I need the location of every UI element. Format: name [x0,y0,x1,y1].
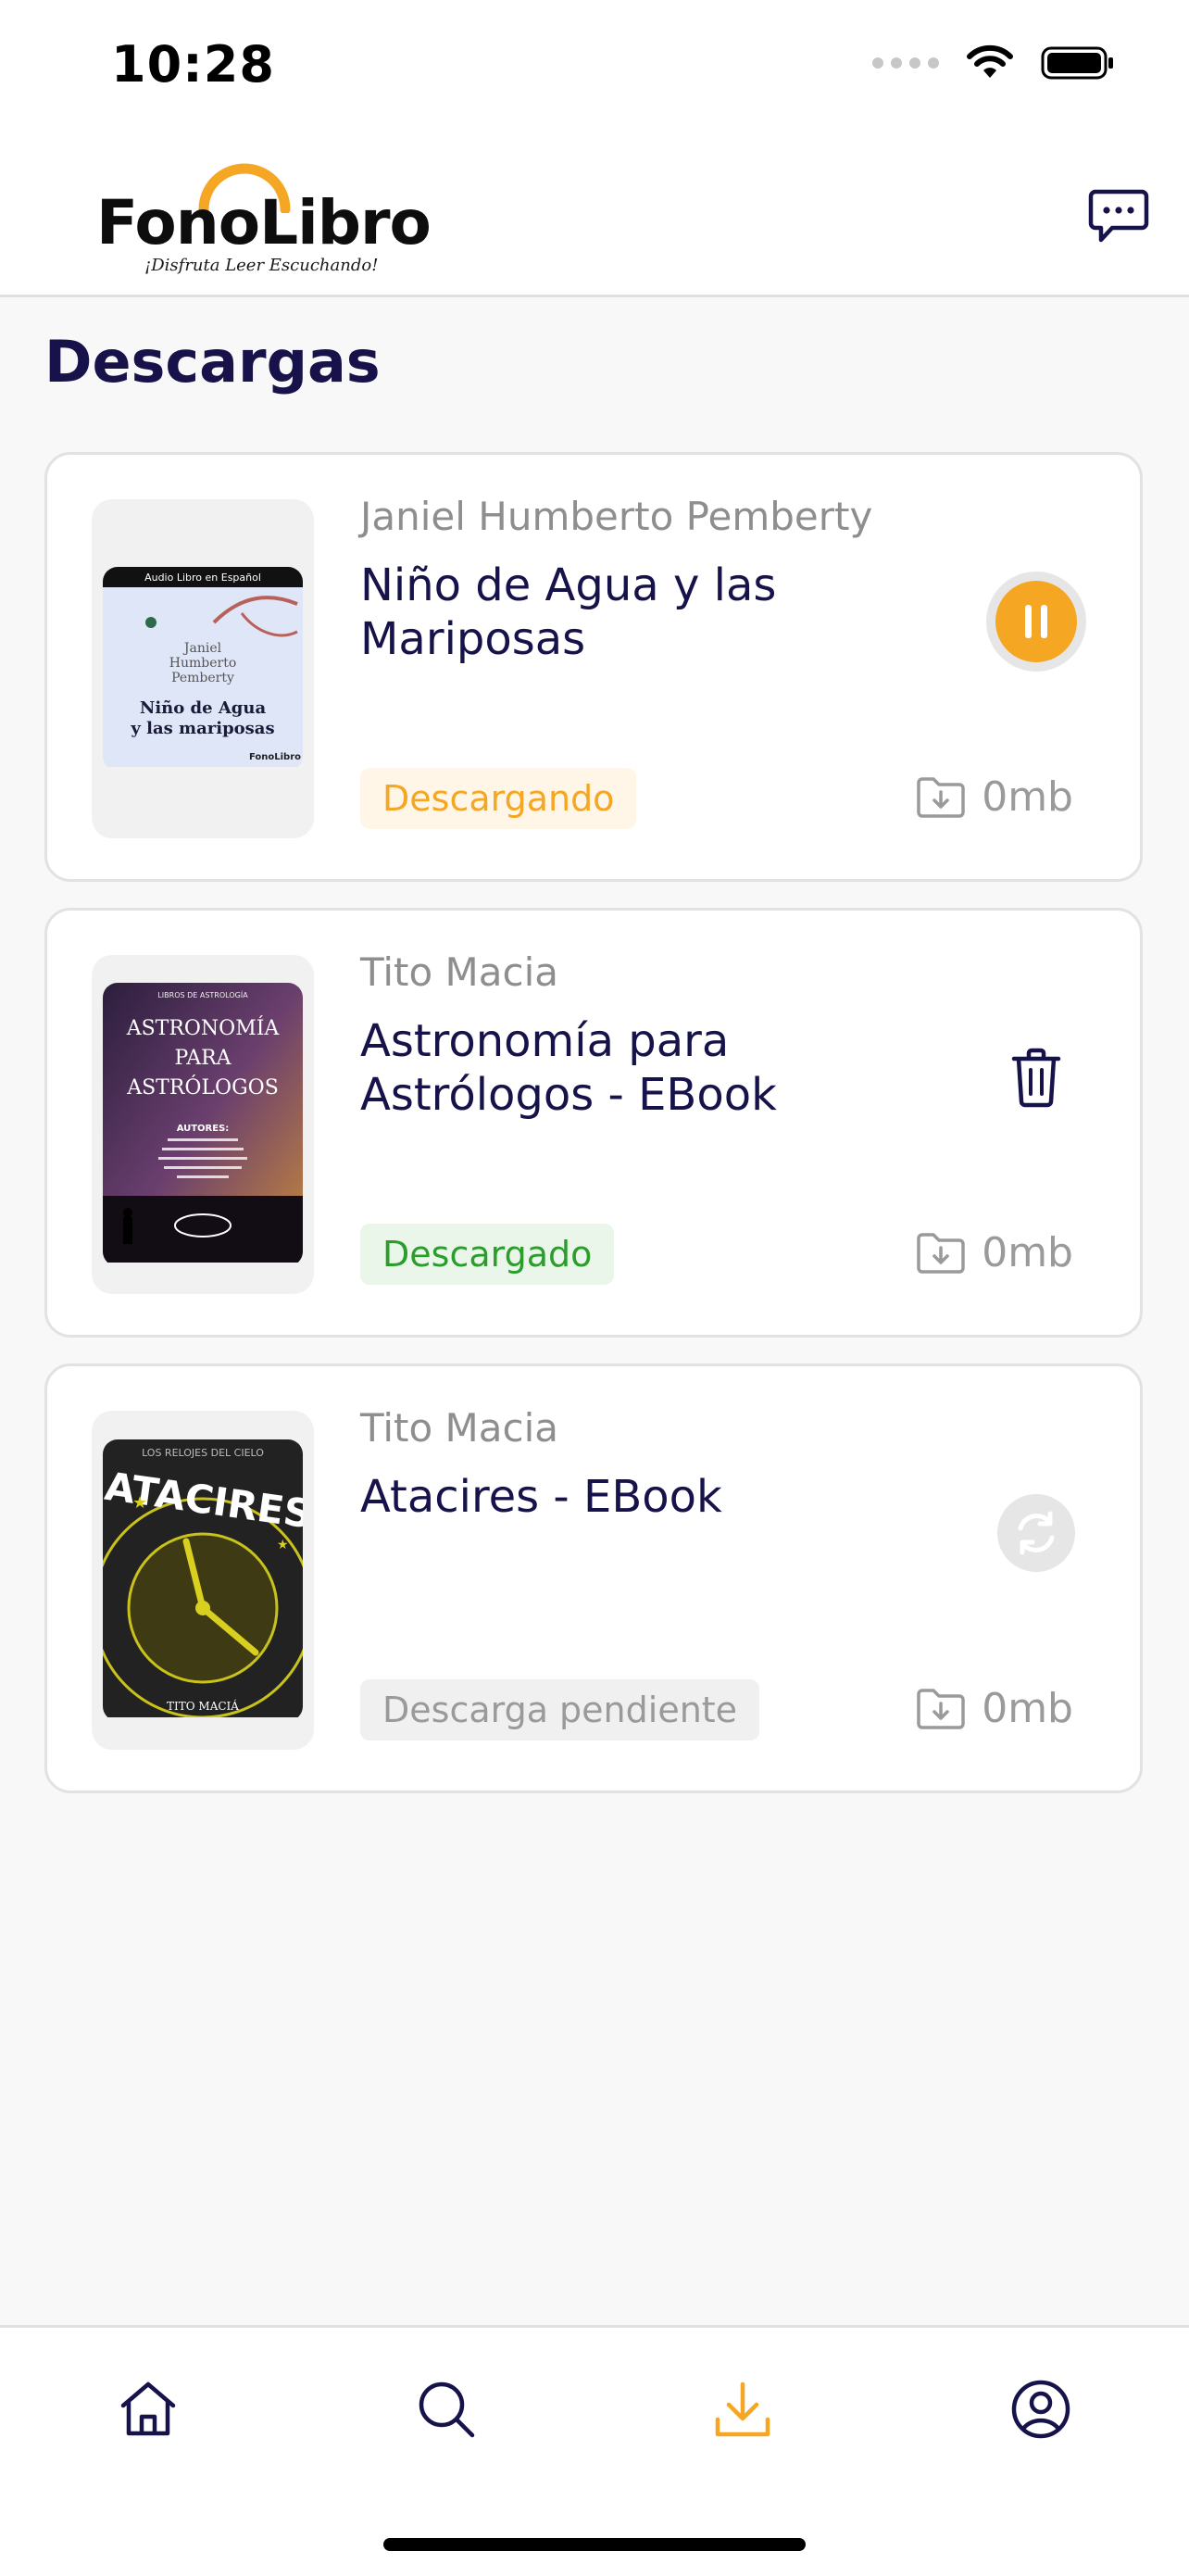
book-cover-container: LIBROS DE ASTROLOGÍA ASTRONOMÍA PARA AST… [92,955,314,1294]
status-badge: Descargando [360,768,637,829]
folder-download-icon [917,1232,965,1274]
book-title[interactable]: Astronomía para Astrólogos - EBook [360,1014,934,1122]
battery-icon [1041,46,1113,80]
file-size-value: 0mb [982,1685,1073,1732]
svg-text:★: ★ [132,1493,147,1513]
folder-download-icon [917,1688,965,1729]
page-title: Descargas [44,328,381,396]
wifi-icon [967,44,1013,78]
book-author: Janiel Humberto Pemberty [360,494,873,539]
file-size-value: 0mb [982,1229,1073,1276]
cover-series: LIBROS DE ASTROLOGÍA [157,989,248,999]
tab-downloads[interactable] [707,2374,778,2444]
folder-download-icon [917,776,965,818]
cover-title-line-1: ASTRONOMÍA [126,1015,281,1040]
svg-text:Niño de Agua: Niño de Agua [140,698,267,718]
download-card[interactable]: LIBROS DE ASTROLOGÍA ASTRONOMÍA PARA AST… [44,908,1143,1338]
status-icons [872,44,1115,82]
logo-wordmark: FonoLibro [96,187,432,258]
book-cover-container: Audio Libro en Español Janiel Humberto P… [92,499,314,838]
cover-author: TITO MACIÁ [167,1699,239,1713]
delete-download-button[interactable] [984,1025,1088,1129]
cellular-signal-icon [872,57,939,69]
cover-authors-label: AUTORES: [177,1124,230,1134]
file-size: 0mb [915,773,1073,821]
file-size: 0mb [915,1685,1073,1732]
refresh-icon [997,1494,1075,1572]
status-time: 10:28 [111,35,275,94]
file-size: 0mb [915,1229,1073,1276]
book-cover: LOS RELOJES DEL CIELO ATACIRES TITO MACI… [103,1439,303,1721]
pause-icon [986,572,1086,672]
fonolibro-logo[interactable]: FonoLibro ¡Disfruta Leer Escuchando! [96,157,432,275]
chat-bubble-icon [1088,189,1149,243]
svg-text:★: ★ [277,1538,289,1552]
retry-download-button[interactable] [984,1481,1088,1585]
tab-search[interactable] [411,2374,482,2444]
status-badge: Descarga pendiente [360,1679,760,1740]
status-bar: 10:28 [0,0,1189,139]
cover-title-line-2: PARA [174,1047,232,1070]
cover-title-line-3: ASTRÓLOGOS [126,1074,279,1100]
book-title[interactable]: Niño de Agua y las Mariposas [360,559,934,666]
book-cover-container: LOS RELOJES DEL CIELO ATACIRES TITO MACI… [92,1411,314,1750]
book-cover: Audio Libro en Español Janiel Humberto P… [103,567,303,771]
logo-tagline: ¡Disfruta Leer Escuchando! [144,256,379,275]
cover-series: LOS RELOJES DEL CIELO [142,1447,264,1459]
home-icon [120,2381,176,2436]
profile-icon [1011,2380,1070,2439]
download-card[interactable]: LOS RELOJES DEL CIELO ATACIRES TITO MACI… [44,1363,1143,1793]
book-author: Tito Macia [360,1405,559,1451]
download-card[interactable]: Audio Libro en Español Janiel Humberto P… [44,452,1143,882]
file-size-value: 0mb [982,773,1073,821]
svg-text:y las mariposas: y las mariposas [130,719,274,738]
svg-text:Pemberty: Pemberty [171,671,234,685]
cover-top-label: Audio Libro en Español [144,572,261,584]
tab-profile[interactable] [1006,2374,1076,2444]
status-badge: Descargado [360,1224,615,1285]
svg-text:Humberto: Humberto [169,656,237,671]
cover-logo: FonoLibro [249,752,301,762]
svg-text:Janiel: Janiel [182,641,222,656]
download-icon [715,2381,770,2437]
chat-button[interactable] [1082,180,1156,254]
book-title[interactable]: Atacires - EBook [360,1470,934,1524]
search-icon [419,2381,475,2438]
app-header: FonoLibro ¡Disfruta Leer Escuchando! [0,139,1189,297]
tab-home[interactable] [113,2374,183,2444]
trash-icon [1011,1048,1061,1108]
home-indicator [383,2538,806,2551]
pause-download-button[interactable] [984,570,1088,673]
book-cover: LIBROS DE ASTROLOGÍA ASTRONOMÍA PARA AST… [103,983,303,1266]
book-author: Tito Macia [360,949,559,995]
